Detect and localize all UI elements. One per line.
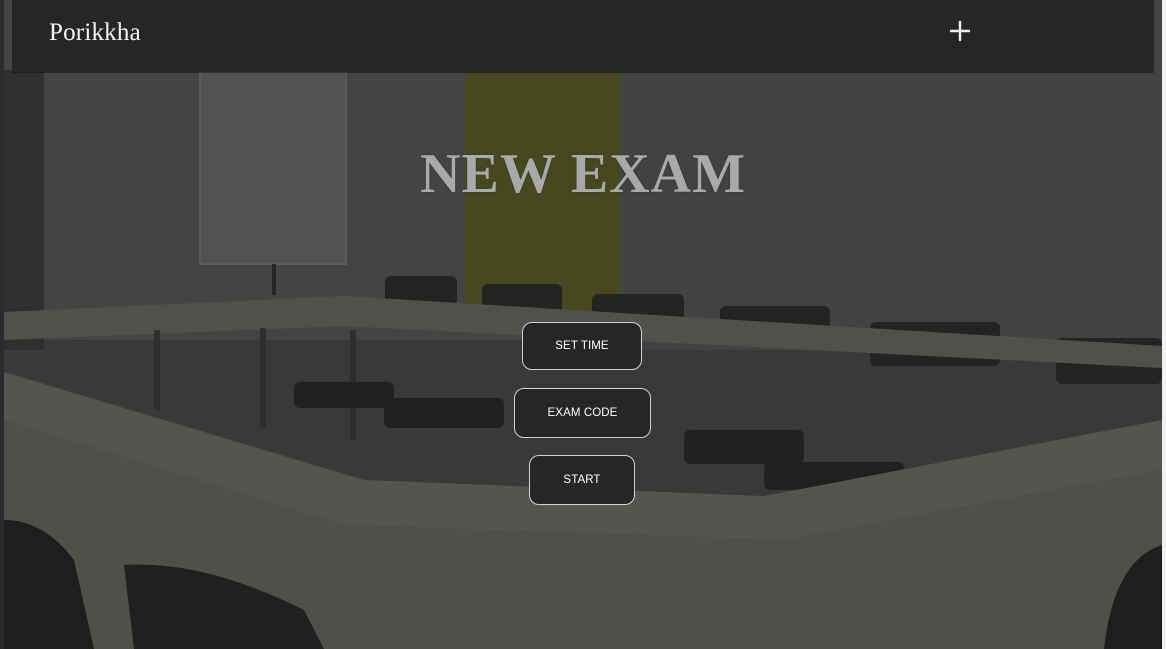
right-edge [1162,0,1166,649]
set-time-button[interactable]: SET TIME [522,322,642,370]
top-navbar: Porikkha [12,0,1154,72]
app-root: Porikkha NEW EXAM SET TIME EXAM CODE STA… [0,0,1166,649]
page-title: NEW EXAM [420,143,746,205]
add-exam-button[interactable] [947,18,973,44]
plus-icon [949,20,971,42]
brand-logo-text[interactable]: Porikkha [49,19,141,47]
start-button[interactable]: START [529,455,635,505]
exam-code-button[interactable]: EXAM CODE [514,388,651,438]
